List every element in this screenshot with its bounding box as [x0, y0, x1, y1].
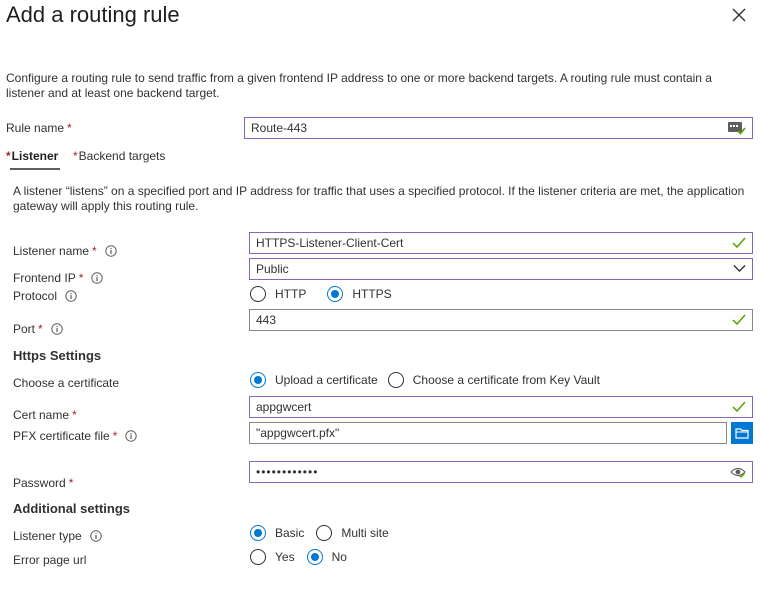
listener-name-input[interactable]: [256, 236, 746, 250]
port-label: Port *: [13, 322, 63, 336]
password-manager-icon: [728, 122, 746, 135]
rule-name-input[interactable]: [251, 121, 746, 135]
required-asterisk: *: [112, 429, 118, 443]
port-input[interactable]: [256, 313, 746, 327]
radio-circle-selected: [250, 372, 266, 388]
chevron-down-icon: [733, 264, 746, 273]
pfx-file-field[interactable]: [249, 422, 727, 444]
listener-type-label: Listener type: [13, 529, 102, 543]
upload-certificate-radio[interactable]: Upload a certificate: [250, 372, 378, 388]
certificate-source-radio-group: Upload a certificate Choose a certificat…: [250, 372, 600, 388]
pfx-file-input[interactable]: [256, 426, 720, 440]
protocol-https-radio[interactable]: HTTPS: [327, 286, 392, 302]
listener-type-multisite-radio[interactable]: Multi site: [316, 525, 389, 541]
panel-title: Add a routing rule: [6, 2, 180, 27]
required-asterisk: *: [68, 476, 74, 490]
https-settings-heading: Https Settings: [13, 348, 102, 363]
checkmark-icon: [732, 401, 746, 413]
tab-listener[interactable]: *Listener: [6, 149, 58, 163]
error-page-url-yes-radio[interactable]: Yes: [250, 549, 295, 565]
password-field[interactable]: ••••••••••••: [249, 461, 753, 483]
pfx-file-label: PFX certificate file *: [13, 429, 138, 443]
tab-backend-targets[interactable]: *Backend targets: [73, 149, 165, 163]
required-asterisk: *: [73, 149, 78, 163]
radio-circle: [387, 372, 404, 388]
listener-type-radio-group: Basic Multi site: [250, 525, 389, 541]
frontend-ip-selected: Public: [256, 262, 289, 276]
protocol-radio-group: HTTP HTTPS: [250, 286, 392, 302]
radio-circle: [250, 286, 266, 302]
info-icon[interactable]: [125, 430, 138, 442]
required-asterisk: *: [38, 322, 43, 336]
protocol-http-radio[interactable]: HTTP: [250, 286, 306, 302]
cert-name-input[interactable]: [256, 400, 746, 414]
key-vault-certificate-radio[interactable]: Choose a certificate from Key Vault: [387, 372, 600, 388]
rule-name-label: Rule name *: [6, 121, 72, 135]
required-asterisk: *: [72, 408, 77, 422]
required-asterisk: *: [6, 149, 11, 163]
folder-icon: [735, 428, 749, 439]
port-field[interactable]: [249, 309, 753, 331]
eye-icon: [730, 467, 746, 478]
reveal-password-button[interactable]: [730, 465, 746, 479]
protocol-label: Protocol: [13, 289, 77, 303]
info-icon[interactable]: [91, 272, 104, 284]
cert-name-label: Cert name *: [13, 408, 77, 422]
info-icon[interactable]: [90, 530, 102, 542]
panel-description: Configure a routing rule to send traffic…: [6, 71, 712, 100]
frontend-ip-dropdown[interactable]: Public: [249, 258, 753, 280]
info-icon[interactable]: [65, 290, 77, 302]
required-asterisk: *: [67, 121, 72, 135]
required-asterisk: *: [92, 244, 97, 258]
required-asterisk: *: [78, 271, 84, 285]
autofill-button[interactable]: [728, 121, 746, 135]
info-icon[interactable]: [105, 245, 117, 257]
rule-name-field[interactable]: [244, 117, 753, 139]
error-page-url-label: Error page url: [13, 553, 87, 567]
close-button[interactable]: [728, 2, 750, 28]
radio-circle-selected: [250, 525, 266, 541]
browse-file-button[interactable]: [731, 422, 753, 444]
listener-name-field[interactable]: [249, 232, 753, 254]
radio-circle-selected: [306, 549, 323, 565]
radio-circle-selected: [327, 286, 344, 302]
error-page-url-radio-group: Yes No: [250, 549, 347, 565]
password-masked-value: ••••••••••••: [256, 465, 319, 479]
radio-circle: [250, 549, 266, 565]
close-icon: [732, 8, 746, 22]
active-tab-indicator: [10, 168, 60, 170]
listener-name-label: Listener name *: [13, 244, 117, 258]
listener-type-basic-radio[interactable]: Basic: [250, 525, 304, 541]
additional-settings-heading: Additional settings: [13, 501, 130, 516]
checkmark-icon: [732, 237, 746, 249]
listener-description: A listener “listens” on a specified port…: [13, 184, 745, 213]
checkmark-icon: [732, 314, 746, 326]
cert-name-field[interactable]: [249, 396, 753, 418]
info-icon[interactable]: [50, 323, 63, 335]
password-label: Password *: [13, 476, 74, 490]
radio-circle: [316, 525, 333, 541]
choose-certificate-label: Choose a certificate: [13, 376, 120, 390]
error-page-url-no-radio[interactable]: No: [306, 549, 347, 565]
frontend-ip-label: Frontend IP *: [13, 271, 104, 285]
